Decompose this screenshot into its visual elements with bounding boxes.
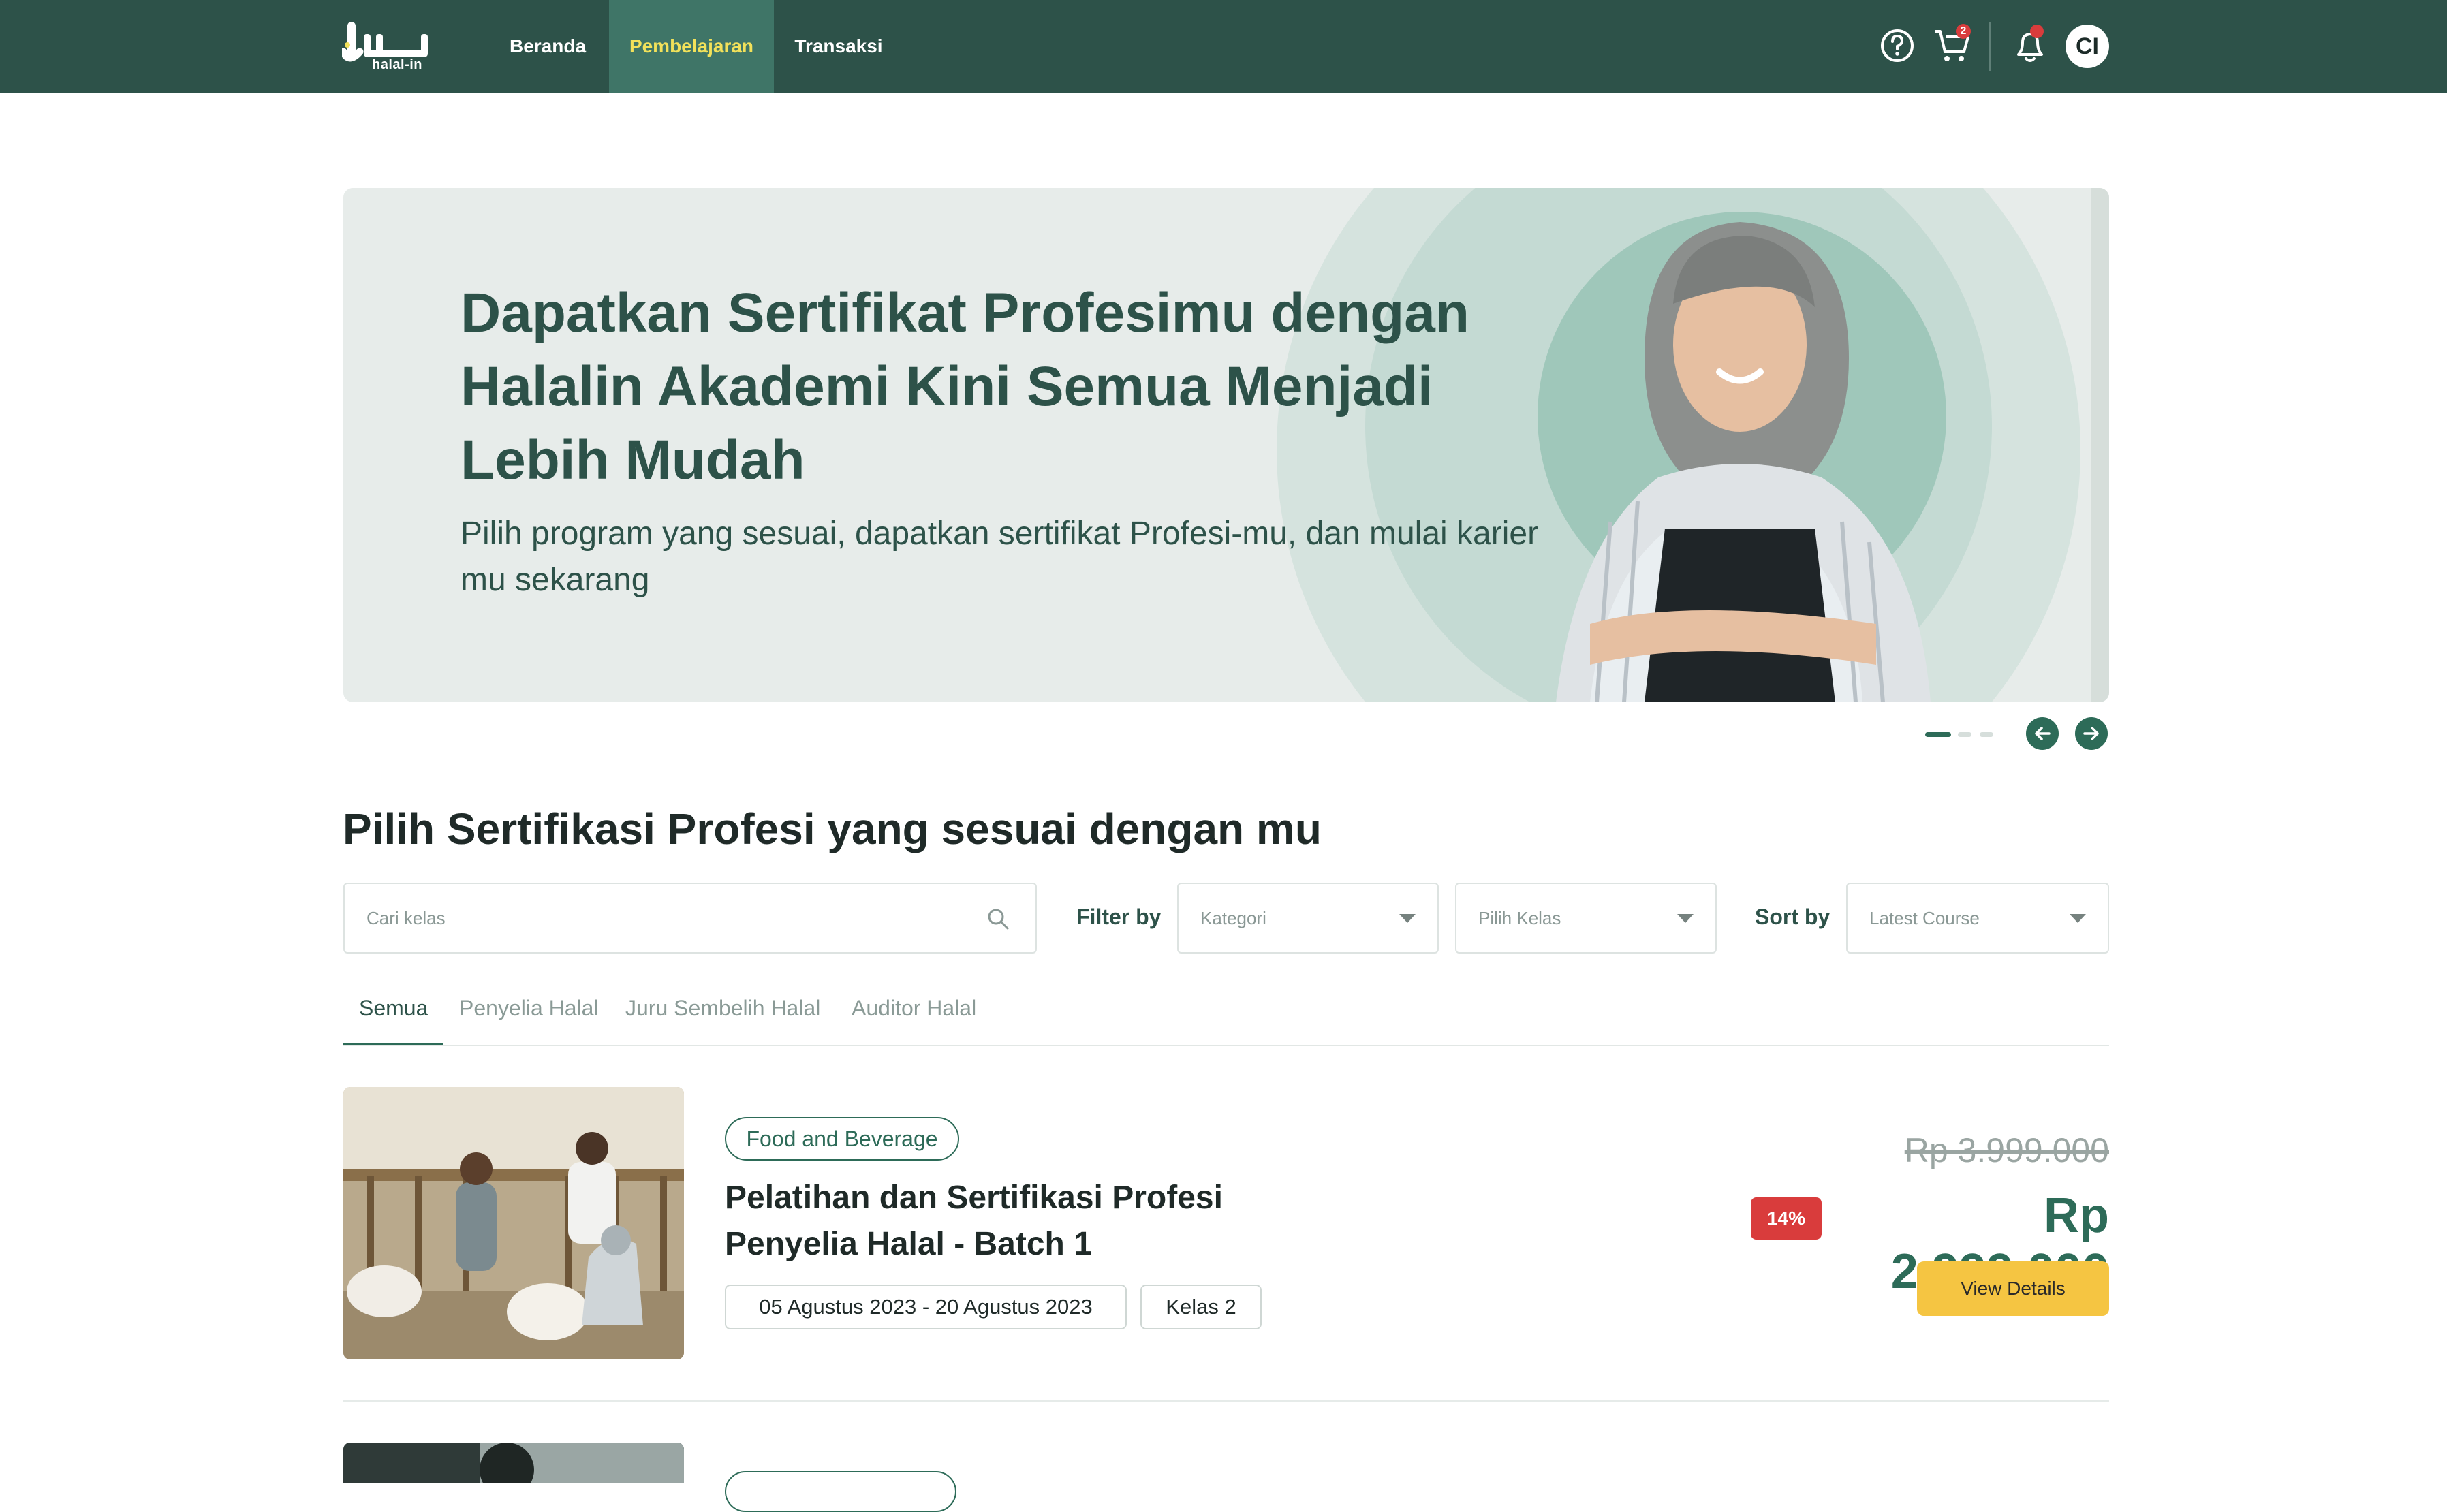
nav-transaksi[interactable]: Transaksi [790, 0, 887, 93]
search-placeholder: Cari kelas [367, 907, 446, 928]
help-icon[interactable] [1879, 26, 1916, 65]
course-title[interactable]: Pelatihan dan Sertifikasi Profesi Penyel… [725, 1175, 1338, 1267]
carousel-prev-button[interactable] [2026, 717, 2059, 750]
course-class: Kelas 2 [1140, 1285, 1262, 1329]
carousel-dot[interactable] [1958, 732, 1971, 737]
nav-beranda[interactable]: Beranda [501, 0, 594, 93]
class-select-value: Pilih Kelas [1478, 907, 1561, 928]
category-pill: Food and Beverage [725, 1117, 959, 1161]
banner-edge [2091, 188, 2109, 702]
section-title: Pilih Sertifikasi Profesi yang sesuai de… [343, 804, 1322, 853]
bell-icon[interactable] [2010, 23, 2051, 68]
user-avatar[interactable]: CI [2066, 25, 2109, 68]
tab-penyelia-halal[interactable]: Penyelia Halal [459, 996, 599, 1021]
top-navbar: halal-in Beranda Pembelajaran Transaksi … [0, 0, 2447, 93]
hero-banner[interactable]: Dapatkan Sertifikat Profesimu dengan Hal… [343, 188, 2109, 702]
search-icon [988, 909, 1009, 930]
woman-illustration-icon [1556, 222, 1931, 702]
tab-semua[interactable]: Semua [359, 996, 428, 1021]
course-photo-icon [343, 1443, 684, 1483]
halal-in-logo[interactable]: halal-in [339, 19, 432, 74]
cart-count-badge: 2 [1960, 25, 1967, 37]
course-thumbnail-2[interactable] [343, 1443, 684, 1483]
arrow-left-icon [2035, 727, 2051, 740]
navbar-divider [1989, 22, 1991, 71]
tab-auditor-halal[interactable]: Auditor Halal [852, 996, 976, 1021]
filter-by-label: Filter by [1076, 904, 1162, 929]
search-input[interactable]: Cari kelas [343, 883, 1037, 954]
active-tab-indicator [343, 1043, 443, 1045]
nav-pembelajaran[interactable]: Pembelajaran [609, 0, 774, 93]
original-price: Rp 3.999.000 [1904, 1131, 2109, 1169]
sort-by-label: Sort by [1755, 904, 1830, 929]
carousel-dot-active[interactable] [1925, 732, 1951, 737]
carousel-next-button[interactable] [2075, 717, 2108, 750]
view-details-button[interactable]: View Details [1917, 1261, 2109, 1316]
cart-icon[interactable]: 2 [1932, 23, 1980, 67]
hero-subtitle: Pilih program yang sesuai, dapatkan sert… [461, 516, 1539, 598]
course-photo-icon [343, 1087, 684, 1359]
logo-text: halal-in [372, 57, 423, 72]
tab-juru-sembelih-halal[interactable]: Juru Sembelih Halal [625, 996, 820, 1021]
card-divider [343, 1400, 2109, 1402]
carousel-dot[interactable] [1980, 732, 1993, 737]
category-select-value: Kategori [1200, 907, 1266, 928]
course-dates: 05 Agustus 2023 - 20 Agustus 2023 [725, 1285, 1127, 1329]
arrow-right-icon [2083, 727, 2099, 740]
chevron-down-icon [1677, 914, 1694, 923]
discount-badge: 14% [1751, 1197, 1822, 1240]
chevron-down-icon [1399, 914, 1416, 923]
hero-title: Dapatkan Sertifikat Profesimu dengan Hal… [461, 282, 1469, 491]
course-thumbnail[interactable] [343, 1087, 684, 1359]
class-select[interactable]: Pilih Kelas [1455, 883, 1717, 954]
chevron-down-icon [2070, 914, 2086, 923]
category-pill-2 [725, 1471, 956, 1512]
sort-select[interactable]: Latest Course [1846, 883, 2109, 954]
sort-select-value: Latest Course [1869, 907, 1980, 928]
category-select[interactable]: Kategori [1177, 883, 1439, 954]
tabs-baseline [343, 1045, 2109, 1046]
